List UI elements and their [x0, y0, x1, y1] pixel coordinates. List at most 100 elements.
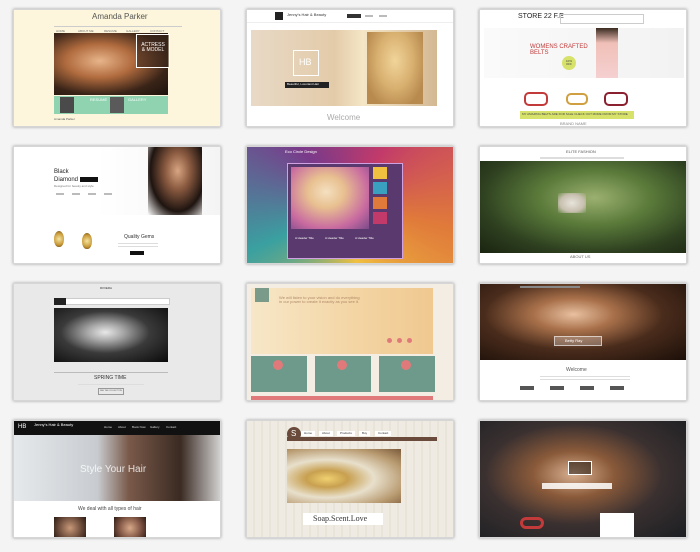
product-card[interactable] [600, 513, 634, 537]
template-card-couple[interactable] [479, 420, 687, 538]
nav-item[interactable]: Products [337, 431, 355, 436]
template-card-soap-scent[interactable]: S Home About Products Buy Contact Soap.S… [246, 420, 454, 538]
hero-photo-soap [287, 449, 401, 503]
feature-icon [401, 360, 411, 370]
link-button[interactable] [580, 386, 594, 390]
feature-box[interactable] [379, 356, 435, 392]
logo-mark [255, 288, 269, 302]
thumb[interactable] [373, 182, 387, 194]
portrait [114, 517, 146, 537]
nav-bar[interactable] [54, 298, 170, 305]
hero-photo-rings [54, 308, 168, 362]
belt-gold[interactable] [566, 93, 588, 105]
hero-photo [480, 421, 686, 537]
nav-item[interactable]: Home [301, 431, 316, 436]
tagline: Beautiful, Luxuriant Hair [287, 82, 320, 86]
nav-item[interactable] [56, 193, 64, 195]
nav-bar[interactable] [520, 286, 580, 288]
header-band [287, 437, 437, 441]
feature-box[interactable] [251, 356, 307, 392]
nav-item[interactable] [365, 15, 373, 17]
template-card-black-diamond[interactable]: Black Diamond Designed for beauty and st… [13, 146, 221, 264]
site-title: Eco Circle Design [285, 149, 317, 154]
nav-item[interactable] [104, 193, 112, 195]
social-icon[interactable] [397, 338, 402, 343]
logo-box [568, 461, 592, 475]
collection-button[interactable]: SEE THE COLLECTION [98, 388, 124, 395]
thumb[interactable] [373, 197, 387, 209]
social-icon[interactable] [387, 338, 392, 343]
nav-item[interactable]: Contact [166, 426, 176, 429]
portrait [54, 517, 86, 537]
nav-item[interactable] [88, 193, 96, 195]
title-line2: Diamond [54, 177, 79, 183]
model-photo [148, 147, 202, 215]
template-card-vision[interactable]: We will listen to your vision and do eve… [246, 283, 454, 401]
hero-photo [480, 284, 686, 360]
template-card-jennys-hair[interactable]: Jenny's Hair & Beauty HB Beautiful, Luxu… [246, 9, 454, 127]
logo-mark: HB [18, 424, 27, 430]
cta-button[interactable] [80, 177, 98, 182]
thumb [60, 97, 74, 113]
link-button[interactable] [610, 386, 624, 390]
text-line [540, 376, 630, 377]
text-line [118, 246, 158, 247]
template-card-elite-fashion[interactable]: ELITE FASHION ABOUT US [479, 146, 687, 264]
hero-photo [291, 167, 369, 229]
nav-item[interactable]: Home [104, 426, 112, 429]
template-card-riviera[interactable]: RIVIERA SPRING TIME SEE THE COLLECTION [13, 283, 221, 401]
section-title: SPRING TIME [94, 375, 127, 381]
nav-item[interactable] [72, 193, 80, 195]
divider [54, 372, 168, 373]
caption: A Header Title [295, 236, 314, 240]
feature-box[interactable] [315, 356, 371, 392]
text-line [118, 243, 158, 244]
social-icon[interactable] [407, 338, 412, 343]
earring-left [54, 231, 64, 247]
discount-badge: 10% OFF [562, 56, 576, 70]
logo-text: HB [299, 57, 312, 67]
caption: We deal with all types of hair [78, 506, 142, 512]
caption-bar [542, 483, 612, 489]
template-card-jennys-hair-dark[interactable]: HB Jenny's Hair & Beauty Home About Book… [13, 420, 221, 538]
nav-item[interactable]: About [319, 431, 333, 436]
text-line [78, 384, 144, 385]
nav-item[interactable] [379, 15, 387, 17]
nav-item[interactable]: Book Now [132, 426, 146, 429]
nav-bar[interactable] [560, 14, 644, 24]
template-card-store-22[interactable]: STORE 22 F.E WOMENS CRAFTED BELTS 10% OF… [479, 9, 687, 127]
nav-bar[interactable] [540, 157, 624, 159]
banner-text: ACTRESS & MODEL [141, 42, 165, 53]
overlay-text: Style Your Hair [80, 464, 147, 475]
thumb[interactable] [373, 212, 387, 224]
nav-item[interactable]: About [118, 426, 126, 429]
template-card-betty-ray[interactable]: Betty Ray Welcome [479, 283, 687, 401]
name-plate: Betty Ray [554, 336, 602, 346]
nav-active[interactable] [347, 14, 361, 18]
thumb[interactable] [373, 167, 387, 179]
welcome-heading: Welcome [327, 113, 361, 122]
title-plate: Soap.Scent.Love [303, 513, 383, 525]
nav-item[interactable]: Contact [375, 431, 392, 436]
site-title: Jenny's Hair & Beauty [287, 12, 327, 17]
belt-maroon[interactable] [604, 92, 628, 106]
model-hair [367, 32, 423, 104]
banner-box: ACTRESS & MODEL [136, 34, 170, 68]
template-card-eco-circle[interactable]: Eco Circle Design A Header Title A Heade… [246, 146, 454, 264]
link-button[interactable] [550, 386, 564, 390]
sub-heading: ABOUT US [570, 254, 591, 259]
headline: WOMENS CRAFTED BELTS [530, 44, 588, 56]
read-more-button[interactable] [130, 251, 144, 255]
logo-box: HB [293, 50, 319, 76]
nav-item[interactable]: Buy [359, 431, 371, 436]
footer-name: Amanda Parker [54, 117, 75, 121]
belt-red[interactable] [524, 92, 548, 106]
belt-red[interactable] [520, 517, 544, 529]
resume-button[interactable]: RESUME [90, 98, 107, 102]
link-button[interactable] [520, 386, 534, 390]
nav-item[interactable]: Gallery [150, 426, 160, 429]
sub-heading: BRAND NAME [560, 121, 587, 126]
template-card-amanda-parker[interactable]: Amanda Parker HOME ABOUT ME RESUME GALLE… [13, 9, 221, 127]
nav-active[interactable] [54, 298, 66, 305]
gallery-button[interactable]: GALLERY [128, 98, 146, 102]
